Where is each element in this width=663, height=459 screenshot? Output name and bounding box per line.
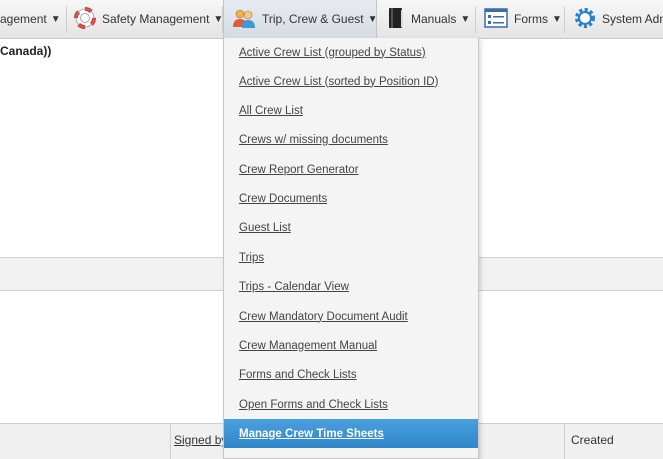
menu-safety-management[interactable]: Safety Management ▼ [74, 0, 223, 38]
location-text: Canada)) [0, 44, 52, 58]
menu-item-crew-report-generator[interactable]: Crew Report Generator [224, 155, 478, 184]
menu-item-active-crew-status[interactable]: Active Crew List (grouped by Status) [224, 38, 478, 67]
menu-manuals[interactable]: Manuals ▼ [387, 0, 470, 38]
chevron-down-icon: ▼ [367, 13, 378, 25]
form-icon [484, 7, 508, 31]
book-icon [387, 6, 405, 33]
menu-item-active-crew-position[interactable]: Active Crew List (sorted by Position ID) [224, 67, 478, 96]
menu-item-forms-check-lists[interactable]: Forms and Check Lists [224, 360, 478, 389]
menu-system-admin[interactable]: System Adm [574, 0, 663, 38]
column-separator [170, 424, 171, 459]
menu-item-missing-documents[interactable]: Crews w/ missing documents [224, 125, 478, 154]
menu-item-mandatory-audit[interactable]: Crew Mandatory Document Audit [224, 302, 478, 331]
menu-item-crew-documents[interactable]: Crew Documents [224, 184, 478, 213]
gear-icon [574, 7, 596, 32]
people-icon [232, 7, 256, 32]
menu-safety-management-label: Safety Management [102, 12, 210, 26]
menu-separator [564, 6, 565, 33]
menu-forms-label: Forms [514, 12, 548, 26]
column-separator [564, 424, 565, 459]
menu-trip-crew-guest[interactable]: Trip, Crew & Guest ▼ [223, 0, 377, 38]
menu-manuals-label: Manuals [411, 12, 457, 26]
menu-trip-crew-guest-label: Trip, Crew & Guest [262, 12, 364, 26]
lifebuoy-icon [74, 6, 96, 32]
trip-crew-guest-dropdown: Active Crew List (grouped by Status) Act… [223, 38, 479, 459]
column-header-created[interactable]: Created [571, 433, 614, 447]
menu-management[interactable]: agement ▼ [0, 0, 62, 38]
column-header-signed-by[interactable]: Signed by [174, 433, 227, 447]
menu-system-admin-label: System Adm [602, 12, 663, 26]
chevron-down-icon: ▼ [552, 13, 562, 25]
menu-item-all-crew[interactable]: All Crew List [224, 96, 478, 125]
menu-item-trips-calendar[interactable]: Trips - Calendar View [224, 272, 478, 301]
chevron-down-icon: ▼ [460, 13, 471, 25]
menu-item-manage-time-sheets[interactable]: Manage Crew Time Sheets [224, 419, 478, 448]
menu-forms[interactable]: Forms ▼ [484, 0, 562, 38]
menu-item-crew-management-manual[interactable]: Crew Management Manual [224, 331, 478, 360]
menu-item-open-forms[interactable]: Open Forms and Check Lists [224, 390, 478, 419]
menu-management-label: agement [0, 12, 47, 26]
main-menubar: agement ▼ Safety Management ▼ Trip, Crew… [0, 0, 663, 39]
menu-separator [475, 6, 476, 33]
menu-item-guest-list[interactable]: Guest List [224, 213, 478, 242]
menu-item-trips[interactable]: Trips [224, 243, 478, 272]
menu-separator [66, 6, 67, 33]
chevron-down-icon: ▼ [50, 13, 61, 25]
